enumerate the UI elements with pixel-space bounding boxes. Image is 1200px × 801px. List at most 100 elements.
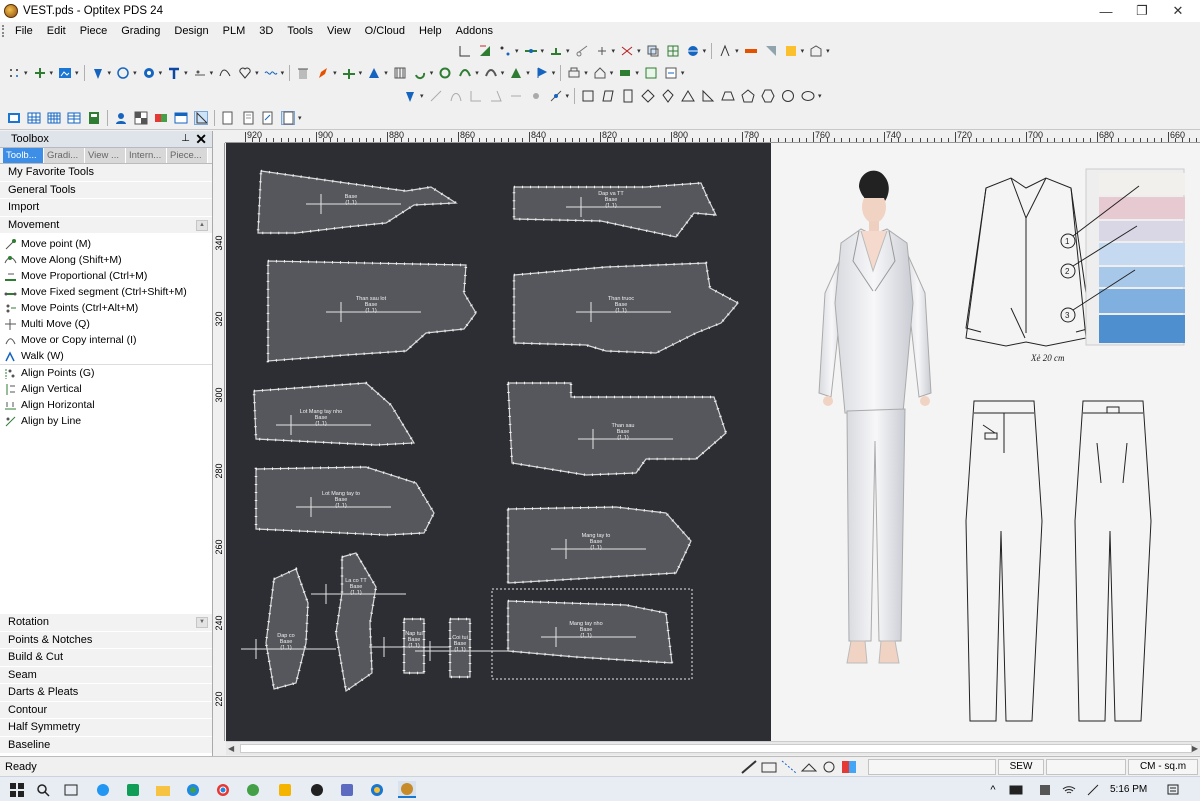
status-machine-icon[interactable] (760, 759, 778, 775)
edge-icon[interactable] (184, 781, 202, 798)
pattern-piece[interactable]: Coi tuiBase(1,1) (415, 617, 510, 679)
tab-grading[interactable]: Gradi... (44, 148, 85, 163)
curve-tool-icon[interactable] (218, 66, 232, 80)
tool-move-copy-internal[interactable]: Move or Copy internal (I) (0, 332, 212, 348)
notch-tool-icon[interactable] (549, 44, 563, 58)
add-point-icon[interactable] (33, 66, 47, 80)
pattern-piece[interactable]: Lot Mang tay toBase(1,1) (254, 465, 436, 537)
wifi-icon[interactable] (1060, 781, 1078, 798)
refresh-icon[interactable] (438, 66, 452, 80)
tool-move-along[interactable]: Move Along (Shift+M) (0, 252, 212, 268)
collapse-up-icon[interactable]: ▲ (196, 219, 208, 231)
category-contour[interactable]: Contour (0, 701, 212, 719)
minimize-button[interactable]: — (1088, 0, 1124, 22)
pattern-piece[interactable]: Than sau lotBase(1,1) (266, 259, 478, 363)
ruler-measure-icon[interactable] (194, 111, 208, 125)
doc-1-icon[interactable] (221, 111, 235, 125)
dart-tool-icon[interactable] (367, 66, 381, 80)
tab-internal[interactable]: Intern... (126, 148, 167, 163)
mirror-icon[interactable] (718, 44, 732, 58)
pin-icon[interactable]: ⊥ (181, 133, 190, 144)
arc-icon[interactable] (484, 66, 498, 80)
ellipse-shape-icon[interactable] (801, 89, 815, 103)
pattern-piece[interactable]: Dap va TTBase(1,1) (512, 181, 719, 239)
tool-multi-move[interactable]: Multi Move (Q) (0, 316, 212, 332)
menu-design[interactable]: Design (167, 22, 215, 40)
rectangle-shape-icon[interactable] (621, 89, 635, 103)
tool-move-fixed-segment[interactable]: Move Fixed segment (Ctrl+Shift+M) (0, 284, 212, 300)
pattern-piece[interactable]: Dap coBase(1,1) (241, 567, 336, 691)
doc-4-icon[interactable] (281, 111, 295, 125)
menu-view[interactable]: View (320, 22, 358, 40)
menu-3d[interactable]: 3D (252, 22, 280, 40)
layers-icon[interactable] (646, 44, 660, 58)
task-view-icon[interactable] (62, 781, 80, 798)
toolbox-close-icon[interactable]: ✕ (195, 131, 207, 148)
category-half-symmetry[interactable]: Half Symmetry (0, 719, 212, 737)
measure-icon[interactable] (744, 44, 758, 58)
circle-tool-icon[interactable] (116, 66, 130, 80)
pleat-tool-icon[interactable] (393, 66, 407, 80)
square-shape-icon[interactable] (581, 89, 595, 103)
doc-3-icon[interactable] (261, 111, 275, 125)
calculator-icon[interactable] (87, 111, 101, 125)
heart-tool-icon[interactable] (238, 66, 252, 80)
category-general-tools[interactable]: General Tools (0, 181, 212, 199)
menu-ocloud[interactable]: O/Cloud (358, 22, 412, 40)
dot-ghost-icon[interactable] (529, 89, 543, 103)
tool-align-horizontal[interactable]: Align Horizontal (0, 397, 212, 413)
chrome-icon[interactable] (214, 781, 232, 798)
export-icon[interactable] (644, 66, 658, 80)
cut-tool-icon[interactable] (575, 44, 589, 58)
scroll-left-icon[interactable]: ◀ (228, 744, 234, 753)
pencil-icon[interactable] (316, 66, 330, 80)
pattern-piece[interactable]: Mang tay nhoBase(1,1) (506, 599, 674, 665)
label-tool-icon[interactable] (193, 66, 207, 80)
horizontal-scrollbar[interactable]: ◀ ▶ (226, 741, 1200, 755)
print-icon[interactable] (567, 66, 581, 80)
wave-tool-icon[interactable] (264, 66, 278, 80)
app-icon-6[interactable] (368, 781, 386, 798)
menu-help[interactable]: Help (412, 22, 449, 40)
corner-ghost-icon[interactable] (469, 89, 483, 103)
category-baseline[interactable]: Baseline (0, 736, 212, 754)
import-icon[interactable] (664, 66, 678, 80)
scroll-right-icon[interactable]: ▶ (1192, 744, 1198, 753)
category-build-cut[interactable]: Build & Cut (0, 649, 212, 667)
category-darts-pleats[interactable]: Darts & Pleats (0, 684, 212, 702)
scroll-thumb[interactable] (240, 744, 1192, 753)
category-my-favorite-tools[interactable]: My Favorite Tools (0, 164, 212, 182)
diamond-shape-icon[interactable] (641, 89, 655, 103)
button-tool-icon[interactable] (142, 66, 156, 80)
pattern-canvas[interactable]: Base (1,1) Dap va TT Base (1,1) Than sau lot B… (226, 143, 771, 741)
piece-outline[interactable] (257, 170, 458, 234)
parallelogram-shape-icon[interactable] (601, 89, 615, 103)
status-swirl-icon[interactable] (820, 759, 838, 775)
optitex-taskbar-icon[interactable] (398, 781, 416, 798)
tool-move-point[interactable]: Move point (M) (0, 236, 212, 252)
app-icon-3[interactable] (244, 781, 262, 798)
smooth-icon[interactable] (458, 66, 472, 80)
piece-outline[interactable] (335, 552, 377, 693)
status-color-icon[interactable] (840, 759, 858, 775)
dots-grid-icon[interactable] (7, 66, 21, 80)
category-movement[interactable]: Movement ▲ (0, 216, 212, 234)
pattern-piece[interactable]: Lot Mang tay nhoBase(1,1) (252, 381, 417, 447)
pattern-piece[interactable]: Than sauBase(1,1) (506, 381, 728, 477)
shape-tool-icon[interactable] (509, 66, 523, 80)
status-hanger-icon[interactable] (800, 759, 818, 775)
windows-start-icon[interactable] (8, 781, 26, 798)
view-single-icon[interactable] (7, 111, 21, 125)
points-tool-icon[interactable] (498, 44, 512, 58)
flag-tool-icon[interactable] (535, 66, 549, 80)
tool-align-points[interactable]: Align Points (G) (0, 365, 212, 381)
category-points-notches[interactable]: Points & Notches (0, 631, 212, 649)
seam-tool-icon[interactable] (524, 44, 538, 58)
pattern-pieces[interactable]: Base(1,1) Dap va TTBase(1,1) Than sau lotB… (226, 143, 771, 741)
menu-plm[interactable]: PLM (216, 22, 253, 40)
kite-shape-icon[interactable] (661, 89, 675, 103)
tab-view[interactable]: View ... (85, 148, 126, 163)
curve-ghost-icon[interactable] (449, 89, 463, 103)
status-dotted-icon[interactable] (780, 759, 798, 775)
close-button[interactable]: ✕ (1160, 0, 1196, 22)
